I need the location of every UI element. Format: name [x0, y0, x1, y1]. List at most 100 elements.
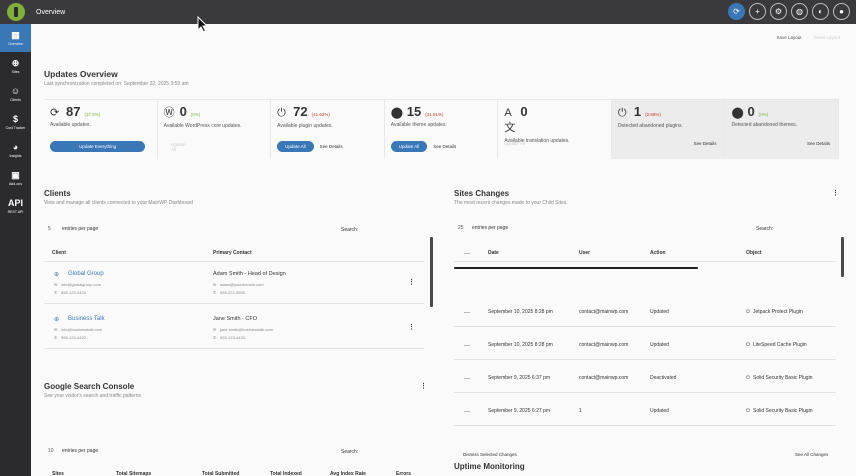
divider [454, 425, 836, 426]
clients-col-client[interactable]: Client [52, 250, 66, 256]
clients-entries-label: entries per page [62, 226, 99, 232]
gsc-menu-icon[interactable]: ⋮ [420, 382, 427, 390]
divider [44, 348, 424, 349]
clients-scrollbar[interactable] [430, 237, 433, 307]
change-object: LiteSpeed Cache Plugin [753, 342, 807, 348]
gsc-entries-label: entries per page [62, 448, 99, 454]
contact-email[interactable]: adam@yourdomain.com [220, 282, 264, 287]
sidebar: ▦ Overview ⊕ Sites ☺ Clients $ Cost Tracker ◕ Ins… [0, 24, 31, 476]
mainwp-logo[interactable] [0, 0, 32, 24]
sites-per-page-select[interactable]: 25 [458, 225, 472, 231]
gsc-col-avg-index-rate[interactable]: Avg Index Rate [330, 471, 366, 476]
see-details-link[interactable]: See Details [693, 141, 716, 146]
contact-email[interactable]: jane.smith@businesstalk.com [220, 327, 273, 332]
client-phone[interactable]: 555-123-4422 [61, 335, 86, 340]
sync-icon: ⟳ [50, 107, 60, 119]
plugin-icon: ⏻ [746, 375, 750, 381]
update-button[interactable]: Update All [390, 141, 428, 152]
sidebar-item-clients[interactable]: ☺ Clients [0, 80, 31, 108]
gsc-length-control[interactable]: 10 entries per page [48, 448, 98, 454]
gsc-col-total-indexed[interactable]: Total Indexed [270, 471, 302, 476]
user-button[interactable]: ● [833, 3, 850, 20]
row-checkbox[interactable] [464, 411, 470, 412]
update-count: 0 [747, 104, 755, 119]
plus-button[interactable]: + [749, 3, 766, 20]
gsc-col-errors[interactable]: Errors [396, 471, 411, 476]
top-bar: Overview ⟳ + ⚙ ◍ ◐ ● [0, 0, 856, 24]
sidebar-item-add-ons[interactable]: ▣ Add-ons [0, 164, 31, 192]
plugin-icon: ⏻ [746, 309, 750, 315]
client-email[interactable]: info@businesstalk.com [61, 327, 102, 332]
clients-col-contact[interactable]: Primary Contact [213, 250, 252, 256]
client-email[interactable]: info@globalgroup.com [61, 282, 101, 287]
row-checkbox[interactable] [464, 378, 470, 379]
phone-icon: ✆ [54, 335, 58, 340]
row-checkbox[interactable] [464, 345, 470, 346]
sidebar-item-insights[interactable]: ◕ Insights [0, 136, 31, 164]
change-object: Solid Security Basic Plugin [753, 408, 813, 414]
horizontal-scrollbar[interactable] [454, 267, 698, 269]
client-phone[interactable]: 555-123-4424 [61, 290, 86, 295]
update-button[interactable]: Update Everything [50, 141, 146, 152]
sites-col-object[interactable]: Object [746, 250, 762, 256]
settings-button[interactable]: ⚙ [770, 3, 787, 20]
sidebar-item-rest-api[interactable]: API REST API [0, 192, 31, 220]
contact-phone[interactable]: 555-222-5555 [220, 290, 245, 295]
row-menu-icon[interactable]: ⋮ [408, 323, 415, 331]
sites-col-date[interactable]: Date [488, 250, 499, 256]
see-details-link[interactable]: See Details [320, 144, 343, 149]
client-name-link[interactable]: Business Talk [68, 316, 105, 322]
update-card-head: ⟳ 87 (37.5%) [50, 104, 151, 119]
sidebar-item-label: Clients [10, 98, 21, 102]
change-action: Updated [650, 342, 669, 348]
gsc-per-page-select[interactable]: 10 [48, 448, 62, 454]
sites-length-control[interactable]: 25 entries per page [458, 225, 508, 231]
see-all-changes-link[interactable]: See All Changes [795, 452, 828, 457]
update-button[interactable]: Update All [277, 141, 314, 152]
gsc-col-total-sitemaps[interactable]: Total Sitemaps [116, 471, 151, 476]
sidebar-item-cost-tracker[interactable]: $ Cost Tracker [0, 108, 31, 136]
see-details-link[interactable]: See Details [433, 144, 456, 149]
contact-phone[interactable]: 555-123-4433 [220, 335, 245, 340]
client-name-link[interactable]: Global Group [68, 271, 104, 277]
change-date: September 9, 2025 6:27 pm [488, 408, 550, 414]
update-card-actions: Update All See Details [277, 141, 343, 152]
row-checkbox[interactable] [464, 312, 470, 313]
sidebar-item-overview[interactable]: ▦ Overview [0, 24, 31, 52]
palette-button[interactable]: ◐ [812, 3, 829, 20]
updates-overview-widget: Updates Overview Last synchronization co… [44, 69, 840, 159]
select-all-checkbox[interactable] [464, 253, 470, 254]
update-percent: (41.62%) [311, 112, 330, 117]
addons-icon: ▣ [11, 170, 20, 180]
top-actions: ⟳ + ⚙ ◍ ◐ ● [728, 3, 850, 20]
reset-layout-link[interactable]: Reset Layout [813, 35, 840, 40]
gsc-col-sites[interactable]: Sites [52, 471, 64, 476]
globe-button[interactable]: ◍ [791, 3, 808, 20]
wordpress-icon: Ⓦ [163, 107, 175, 119]
sites-col-user[interactable]: User [579, 250, 590, 256]
sync-button[interactable]: ⟳ [728, 3, 745, 20]
update-card-actions: Update All [504, 141, 525, 146]
sidebar-item-label: REST API [7, 210, 24, 214]
sites-search-label: Search: [756, 226, 774, 232]
clients-per-page-select[interactable]: 5 [48, 226, 62, 232]
sites-col-action[interactable]: Action [650, 250, 666, 256]
update-card-label: Available WordPress core updates. [163, 123, 242, 129]
gsc-col-total-submitted[interactable]: Total Submitted [202, 471, 239, 476]
change-date: September 9, 2025 6:37 pm [488, 375, 550, 381]
see-details-link[interactable]: See Details [807, 141, 830, 146]
user-icon: ● [839, 7, 844, 16]
sidebar-item-sites[interactable]: ⊕ Sites [0, 52, 31, 80]
row-menu-icon[interactable]: ⋮ [408, 278, 415, 286]
sites-scrollbar[interactable] [841, 237, 844, 277]
sites-menu-icon[interactable]: ⋮ [832, 189, 839, 197]
save-layout-link[interactable]: Save Layout [776, 35, 801, 40]
abandoned-plugin-icon: ⏻ [617, 107, 627, 119]
clients-length-control[interactable]: 5 entries per page [48, 226, 98, 232]
change-action: Updated [650, 408, 669, 414]
sites-subtitle: The most recent changes made to your Chi… [454, 200, 568, 206]
translation-icon: A文 [504, 107, 516, 134]
dismiss-changes-button[interactable]: Dismiss Selected Changes [463, 452, 517, 457]
disabled-update-button[interactable]: Update All [504, 141, 525, 146]
google-search-console-widget: Google Search Console See your visitor's… [44, 382, 434, 476]
